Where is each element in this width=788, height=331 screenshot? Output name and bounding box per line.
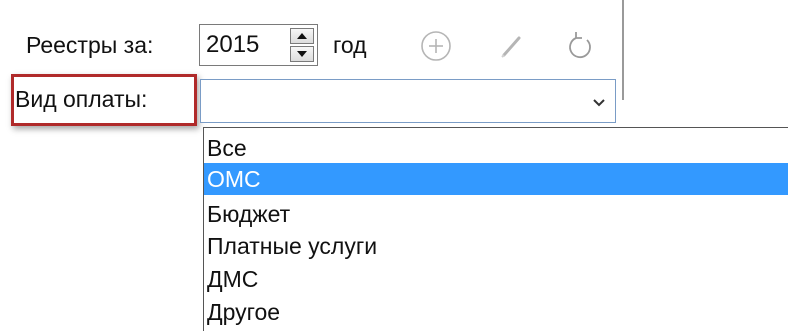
panel-divider — [622, 0, 624, 100]
payment-type-select[interactable] — [200, 79, 616, 123]
arrow-down-icon — [297, 51, 307, 57]
dropdown-option-dms[interactable]: ДМС — [204, 263, 788, 295]
plus-circle-icon — [421, 31, 451, 61]
registers-label: Реестры за: — [26, 32, 154, 58]
dropdown-option-budget[interactable]: Бюджет — [204, 198, 788, 230]
reports-filter-panel: Реестры за: 2015 год Вид оплаты: Все ОМС… — [0, 0, 788, 331]
payment-type-label: Вид оплаты: — [15, 86, 148, 112]
dropdown-option-oms[interactable]: ОМС — [204, 163, 788, 195]
pencil-icon — [501, 36, 521, 58]
year-decrement-button[interactable] — [290, 46, 314, 62]
dropdown-option-other[interactable]: Другое — [204, 296, 788, 328]
add-button[interactable] — [418, 28, 454, 64]
arrow-up-icon — [297, 33, 307, 39]
refresh-button[interactable] — [563, 28, 599, 64]
refresh-icon — [569, 32, 591, 59]
spinner-buttons — [290, 28, 314, 62]
year-spinner[interactable]: 2015 — [199, 24, 318, 66]
year-suffix-label: год — [333, 32, 367, 58]
dropdown-option-paid-services[interactable]: Платные услуги — [204, 230, 788, 262]
chevron-down-icon[interactable] — [589, 92, 609, 112]
edit-button[interactable] — [494, 28, 530, 64]
payment-type-dropdown: Все ОМС Бюджет Платные услуги ДМС Другое — [203, 127, 788, 331]
year-increment-button[interactable] — [290, 28, 314, 44]
year-input[interactable]: 2015 — [206, 31, 259, 59]
dropdown-option-all[interactable]: Все — [204, 132, 788, 164]
